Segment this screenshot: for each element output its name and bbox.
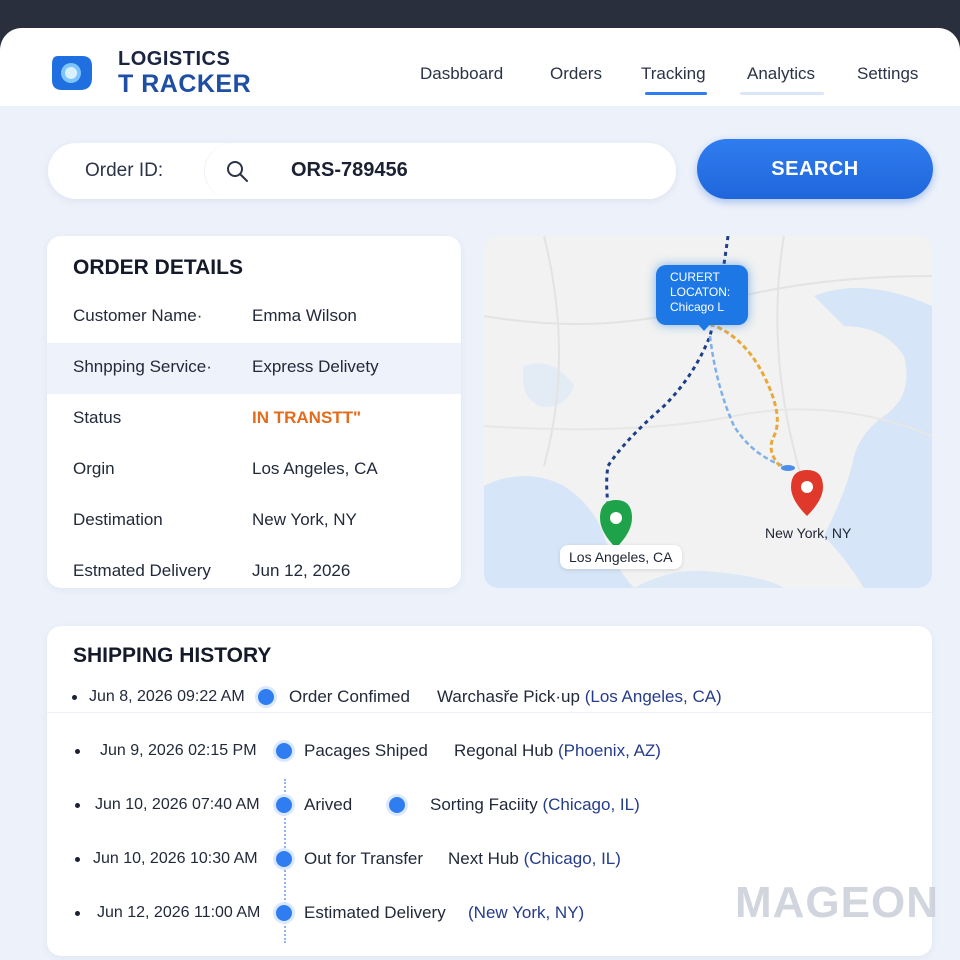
detail-row-origin: Orgin Los Angeles, CA [47, 445, 461, 496]
timeline-dot [276, 905, 292, 921]
watermark: MAGEON [735, 878, 939, 927]
detail-value: Jun 12, 2026 [252, 561, 351, 580]
nav-settings[interactable]: Settings [857, 64, 918, 84]
list-bullet [75, 911, 80, 916]
history-date: Jun 10, 2026 07:40 AM [95, 796, 260, 813]
search-button[interactable]: SEARCH [697, 139, 933, 199]
history-event: Estimated Delivery [304, 903, 446, 922]
history-city: (Los Angeles, CA) [584, 687, 722, 706]
detail-row-service: Shnpping Service· Express Delivety [47, 343, 461, 394]
current-location-line3: Chicago L [670, 300, 725, 314]
origin-map-label: Los Angeles, CA [560, 545, 682, 569]
history-place-name: Regonal Hub [454, 741, 554, 760]
detail-label: Estmated Delivery [73, 561, 211, 580]
detail-label: Destimation [73, 510, 163, 529]
current-location-bubble: CURERT LOCATON: Chicago L [656, 265, 748, 325]
order-id-label: Order ID: [85, 160, 164, 181]
logo-text-top: LOGISTICS [118, 48, 231, 70]
history-city: (Chicago, IL) [542, 795, 640, 814]
detail-label: Shnpping Service· [73, 357, 212, 376]
timeline-dot [276, 797, 292, 813]
detail-value: Emma Wilson [252, 306, 357, 325]
current-location-line2: LOCATON: [670, 285, 731, 299]
history-date: Jun 8, 2026 09:22 AM [89, 688, 245, 705]
history-place: Next Hub (Chicago, IL) [448, 849, 621, 869]
history-row: Jun 8, 2026 09:22 AM Order Confimed Warc… [47, 683, 932, 713]
history-place: Warchasře Pick·up (Los Angeles, CA) [437, 687, 722, 707]
top-bar [0, 0, 960, 28]
history-row: Jun 9, 2026 02:15 PM Pacages Shiped Rego… [47, 737, 932, 767]
detail-value: New York, NY [252, 510, 357, 529]
nav-analytics[interactable]: Analytics [747, 64, 815, 84]
history-city: (New York, NY) [468, 903, 585, 922]
detail-row-customer: Customer Name· Emma Wilson [47, 292, 461, 343]
current-location-line1: CURERT [670, 270, 720, 284]
timeline-dot [258, 689, 274, 705]
nav-orders[interactable]: Orders [550, 64, 602, 84]
history-row: Jun 10, 2026 07:40 AM Arived Sorting Fac… [47, 791, 932, 821]
list-bullet [75, 803, 80, 808]
history-date: Jun 10, 2026 10:30 AM [93, 850, 258, 867]
history-place: Regonal Hub (Phoenix, AZ) [454, 741, 661, 761]
timeline-dot [276, 851, 292, 867]
history-city: (Chicago, IL) [523, 849, 621, 868]
history-row: Jun 10, 2026 10:30 AM Out for Transfer N… [47, 845, 932, 875]
route-map[interactable]: CURERT LOCATON: Chicago L Los Angeles, C… [484, 236, 932, 588]
history-place-name: Sorting Faciity [430, 795, 538, 814]
search-bar: Order ID: [48, 143, 676, 199]
logo-icon [52, 56, 92, 90]
history-event: Arived [304, 795, 353, 814]
history-date: Jun 12, 2026 11:00 AM [97, 904, 261, 921]
detail-label: Orgin [73, 459, 115, 478]
timeline-dot [389, 797, 405, 813]
logo-text-bottom: T RACKER [118, 70, 252, 98]
history-date: Jun 9, 2026 02:15 PM [100, 742, 257, 759]
detail-row-destination: Destimation New York, NY [47, 496, 461, 547]
history-event: Order Confimed [289, 687, 410, 706]
history-place: (New York, NY) [468, 903, 584, 923]
order-details-card: ORDER DETAILS Customer Name· Emma Wilson… [47, 236, 461, 588]
nav-active-indicator [645, 92, 707, 95]
detail-value: Express Delivety [252, 357, 379, 376]
history-event: Pacages Shiped [304, 741, 428, 760]
app-window: LOGISTICS T RACKER Dasbboard Orders Trac… [0, 28, 960, 960]
detail-row-status: Status IN TRANSTT" [47, 394, 461, 445]
detail-row-eta: Estmated Delivery Jun 12, 2026 [47, 547, 461, 588]
order-id-field[interactable] [204, 143, 676, 199]
nav-hover-indicator [740, 92, 824, 95]
history-place-name: Next Hub [448, 849, 519, 868]
header: LOGISTICS T RACKER Dasbboard Orders Trac… [0, 28, 960, 106]
bubble-pointer [696, 322, 712, 331]
history-city: (Phoenix, AZ) [557, 741, 661, 760]
list-bullet [75, 749, 80, 754]
history-event: Out for Transfer [304, 849, 424, 868]
nav-dashboard[interactable]: Dasbboard [420, 64, 503, 84]
destination-map-label: New York, NY [765, 525, 852, 541]
status-value: IN TRANSTT" [252, 408, 362, 427]
timeline-dot [276, 743, 292, 759]
history-place: Sorting Faciity (Chicago, IL) [430, 795, 640, 815]
detail-value: Los Angeles, CA [252, 459, 378, 478]
nav-tracking[interactable]: Tracking [641, 64, 706, 84]
history-place-name: Warchasře Pick·up [437, 687, 580, 706]
detail-label: Customer Name· [73, 306, 203, 325]
search-icon [227, 161, 248, 182]
detail-label: Status [73, 408, 122, 427]
list-bullet [75, 857, 80, 862]
shipping-history-title: SHIPPING HISTORY [73, 644, 272, 667]
list-bullet [72, 695, 77, 700]
order-id-input[interactable] [291, 159, 591, 182]
order-details-title: ORDER DETAILS [73, 256, 243, 279]
